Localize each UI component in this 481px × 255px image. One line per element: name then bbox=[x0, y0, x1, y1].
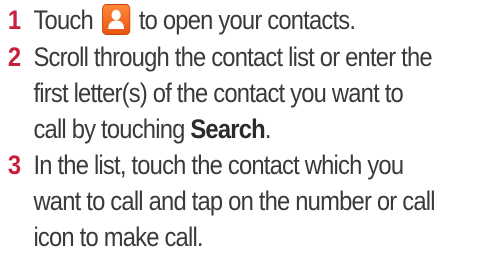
step-number: 1 bbox=[7, 5, 21, 35]
contacts-icon bbox=[102, 4, 131, 35]
step-text-line: call by touching Search. bbox=[33, 111, 481, 147]
step-number: 3 bbox=[7, 150, 21, 180]
step-text-line: icon to make call. bbox=[33, 222, 203, 252]
step-2: 2 Scroll through the contact list or ent… bbox=[0, 39, 481, 147]
step-text-line: In the list, touch the contact which you bbox=[33, 150, 404, 180]
step-text: . bbox=[264, 114, 272, 144]
step-text: Touch bbox=[33, 5, 93, 35]
step-1: 1 Touch to open your contacts. bbox=[0, 2, 481, 38]
step-text-line: want to call and tap on the number or ca… bbox=[33, 186, 435, 216]
step-text: to open your contacts. bbox=[138, 5, 356, 35]
search-keyword: Search bbox=[190, 114, 265, 144]
step-3: 3 In the list, touch the contact which y… bbox=[0, 147, 481, 255]
step-number: 2 bbox=[7, 42, 21, 72]
step-text-line: first letter(s) of the contact you want … bbox=[33, 78, 403, 108]
step-text-line: Scroll through the contact list or enter… bbox=[33, 42, 432, 72]
step-text: call by touching bbox=[33, 114, 185, 144]
